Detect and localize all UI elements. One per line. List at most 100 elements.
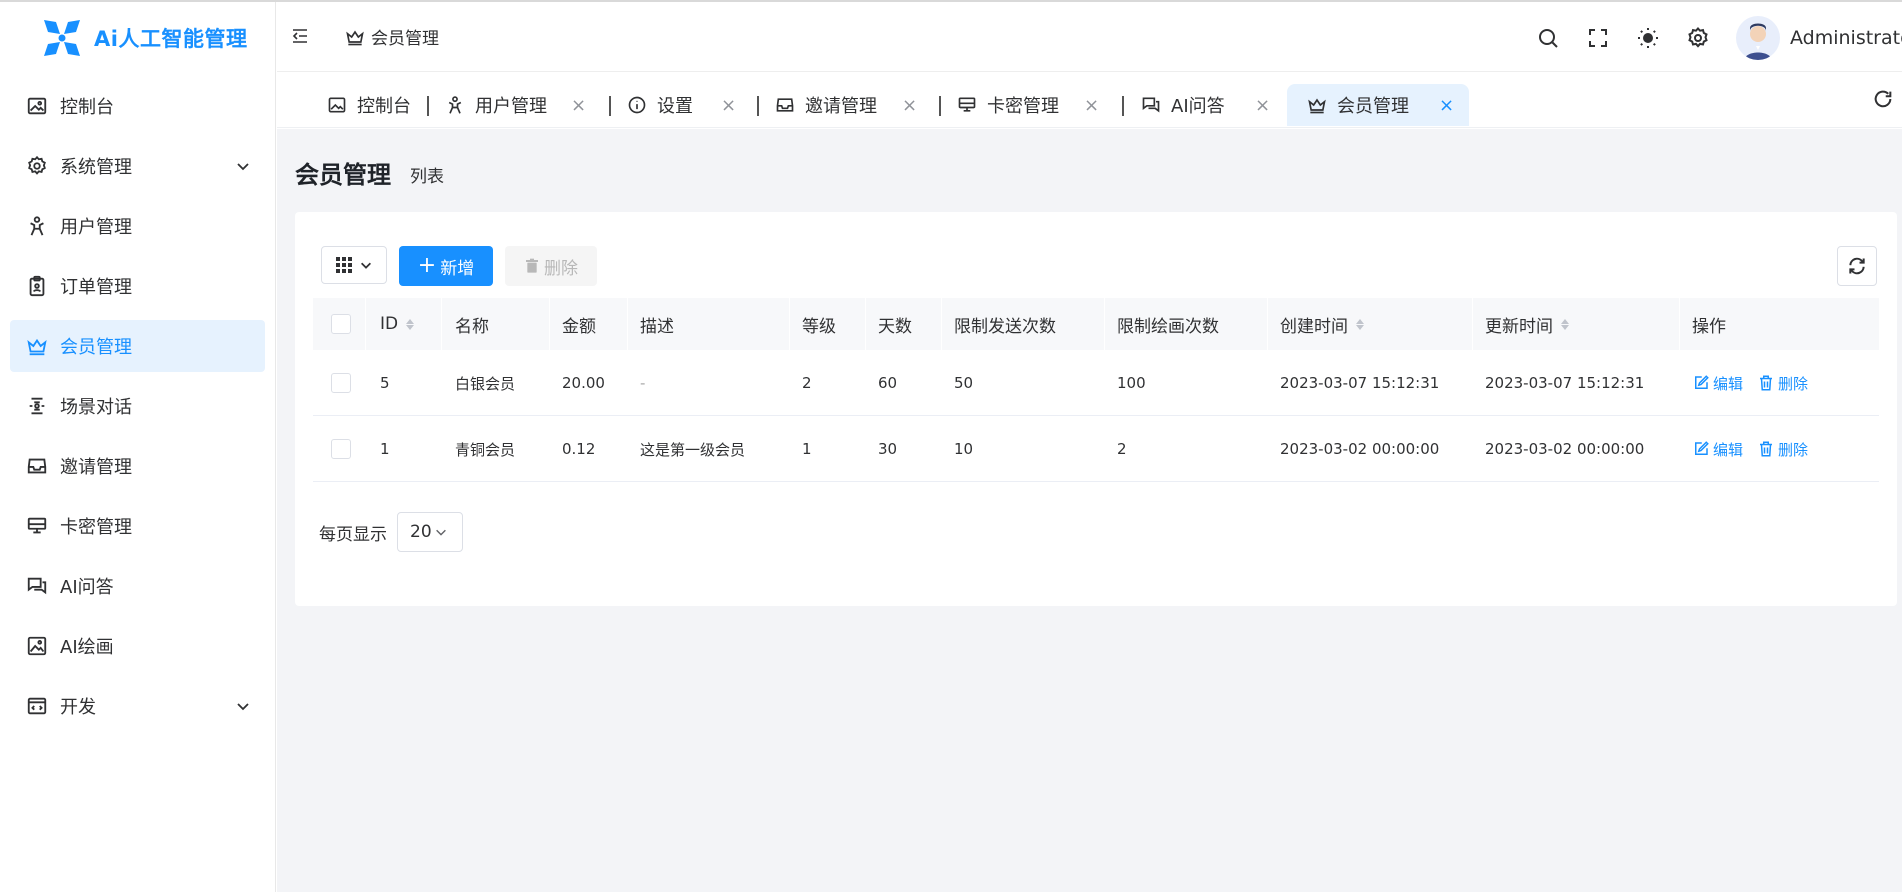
column-id[interactable]: ID — [380, 298, 415, 350]
tab-label: AI问答 — [1171, 96, 1225, 117]
table-row: 1 青铜会员 0.12 这是第一级会员 1 30 10 2 2023-03-02… — [313, 416, 1879, 482]
monitor-icon — [958, 97, 976, 112]
sidebar-item-ai-qa[interactable]: AI问答 — [10, 560, 265, 612]
cell-actions: 编辑 删除 — [1692, 350, 1822, 416]
cell-name: 白银会员 — [455, 374, 516, 393]
fullscreen-icon[interactable] — [1586, 26, 1610, 50]
header-tools: Administrator — [1536, 16, 1902, 60]
main-content: 会员管理 列表 + 新增 删除 ID 名称 金额 描述 等级 天数 限制发送次数… — [277, 129, 1902, 892]
top-header: 会员管理 Administrator — [277, 2, 1902, 72]
sidebar-item-label: 会员管理 — [60, 337, 132, 358]
row-checkbox[interactable] — [331, 350, 351, 416]
edit-link[interactable]: 编辑 — [1692, 373, 1743, 394]
edit-label: 编辑 — [1713, 440, 1744, 459]
sidebar-item-invites[interactable]: 邀请管理 — [10, 440, 265, 492]
close-icon[interactable]: × — [721, 95, 736, 116]
sort-icon[interactable] — [1561, 318, 1569, 330]
gear-icon — [26, 155, 48, 177]
column-label: 天数 — [878, 316, 912, 337]
theme-sun-icon[interactable] — [1636, 26, 1660, 50]
column-name: 名称 — [455, 298, 489, 350]
plus-icon: + — [417, 253, 437, 278]
column-label: 描述 — [640, 316, 674, 337]
settings-gear-icon[interactable] — [1686, 26, 1710, 50]
chat-icon — [26, 575, 48, 597]
sidebar-item-label: 控制台 — [60, 97, 114, 118]
sidebar-item-label: 用户管理 — [60, 217, 132, 238]
cell-draw-limit: 2 — [1117, 440, 1127, 458]
sidebar-item-system[interactable]: 系统管理 — [10, 140, 265, 192]
column-send-limit: 限制发送次数 — [954, 298, 1056, 350]
avatar[interactable] — [1736, 16, 1780, 60]
page-title: 会员管理 — [295, 161, 391, 189]
crown-icon — [1308, 98, 1326, 114]
delete-link[interactable]: 删除 — [1757, 373, 1808, 394]
tab-dashboard[interactable]: 控制台 — [327, 84, 411, 126]
tab-bar: 控制台 用户管理 × 设置 × 邀请管理 × 卡密管理 × AI问答 × 会员管… — [277, 72, 1902, 128]
close-icon[interactable]: × — [1439, 95, 1454, 116]
sidebar-item-cards[interactable]: 卡密管理 — [10, 500, 265, 552]
sidebar-item-scenes[interactable]: 场景对话 — [10, 380, 265, 432]
sync-icon — [1849, 257, 1865, 275]
trash-icon — [1760, 375, 1773, 391]
row-checkbox[interactable] — [331, 416, 351, 482]
column-selector-button[interactable] — [321, 246, 387, 284]
tab-label: 用户管理 — [475, 96, 547, 117]
column-created[interactable]: 创建时间 — [1280, 298, 1364, 350]
close-icon[interactable]: × — [1255, 95, 1270, 116]
chevron-down-icon — [237, 703, 249, 711]
refresh-icon[interactable] — [1872, 88, 1894, 110]
username[interactable]: Administrator — [1790, 27, 1902, 49]
sidebar-item-users[interactable]: 用户管理 — [10, 200, 265, 252]
tab-members[interactable]: 会员管理 × — [1287, 84, 1469, 126]
close-icon[interactable]: × — [571, 95, 586, 116]
table-refresh-button[interactable] — [1837, 246, 1877, 286]
close-icon[interactable]: × — [1084, 95, 1099, 116]
page-size-label: 每页显示 — [319, 524, 387, 545]
column-draw-limit: 限制绘画次数 — [1117, 298, 1219, 350]
cell-amount: 20.00 — [562, 374, 605, 392]
logo[interactable]: Ai人工智能管理 — [38, 14, 247, 62]
sort-icon[interactable] — [406, 318, 415, 330]
search-icon[interactable] — [1536, 26, 1560, 50]
add-button[interactable]: + 新增 — [399, 246, 493, 286]
cell-created: 2023-03-02 00:00:00 — [1280, 440, 1440, 458]
collapse-menu-icon[interactable] — [291, 27, 309, 45]
chat-icon — [1142, 97, 1160, 113]
chevron-down-icon — [237, 163, 249, 171]
cell-days: 60 — [878, 374, 898, 392]
sort-icon[interactable] — [1356, 318, 1364, 330]
tab-ai-qa[interactable]: AI问答 × — [1141, 84, 1270, 126]
sidebar-item-members[interactable]: 会员管理 — [10, 320, 265, 372]
select-all-checkbox[interactable] — [331, 298, 351, 350]
delete-button-label: 删除 — [544, 258, 578, 279]
sidebar-item-dashboard[interactable]: 控制台 — [10, 80, 265, 132]
cell-send-limit: 50 — [954, 374, 974, 392]
sidebar-menu: 控制台 系统管理 用户管理 订单管理 会员管理 场景对话 邀请管理 卡密管理 A… — [10, 80, 265, 740]
sidebar-item-ai-draw[interactable]: AI绘画 — [10, 620, 265, 672]
tab-users[interactable]: 用户管理 × — [445, 84, 586, 126]
tab-cards[interactable]: 卡密管理 × — [957, 84, 1099, 126]
column-days: 天数 — [878, 298, 912, 350]
page-size-select[interactable]: 20 — [397, 512, 463, 552]
column-label: 金额 — [562, 316, 596, 337]
column-label: 创建时间 — [1280, 316, 1348, 337]
close-icon[interactable]: × — [902, 95, 917, 116]
tab-settings[interactable]: 设置 × — [627, 84, 736, 126]
sidebar-item-dev[interactable]: 开发 — [10, 680, 265, 732]
cell-days: 30 — [878, 440, 898, 458]
user-icon — [26, 215, 48, 237]
sidebar-item-orders[interactable]: 订单管理 — [10, 260, 265, 312]
cell-created: 2023-03-07 15:12:31 — [1280, 374, 1440, 392]
delete-link[interactable]: 删除 — [1757, 439, 1808, 460]
tab-invites[interactable]: 邀请管理 × — [775, 84, 917, 126]
cell-id: 5 — [380, 374, 390, 392]
chevron-down-icon — [361, 262, 371, 269]
monitor-icon — [26, 515, 48, 537]
edit-link[interactable]: 编辑 — [1692, 439, 1743, 460]
picture-icon — [26, 635, 48, 657]
tab-divider — [1122, 96, 1124, 116]
column-updated[interactable]: 更新时间 — [1485, 298, 1569, 350]
delete-button[interactable]: 删除 — [505, 246, 597, 286]
column-label: 限制绘画次数 — [1117, 316, 1219, 337]
